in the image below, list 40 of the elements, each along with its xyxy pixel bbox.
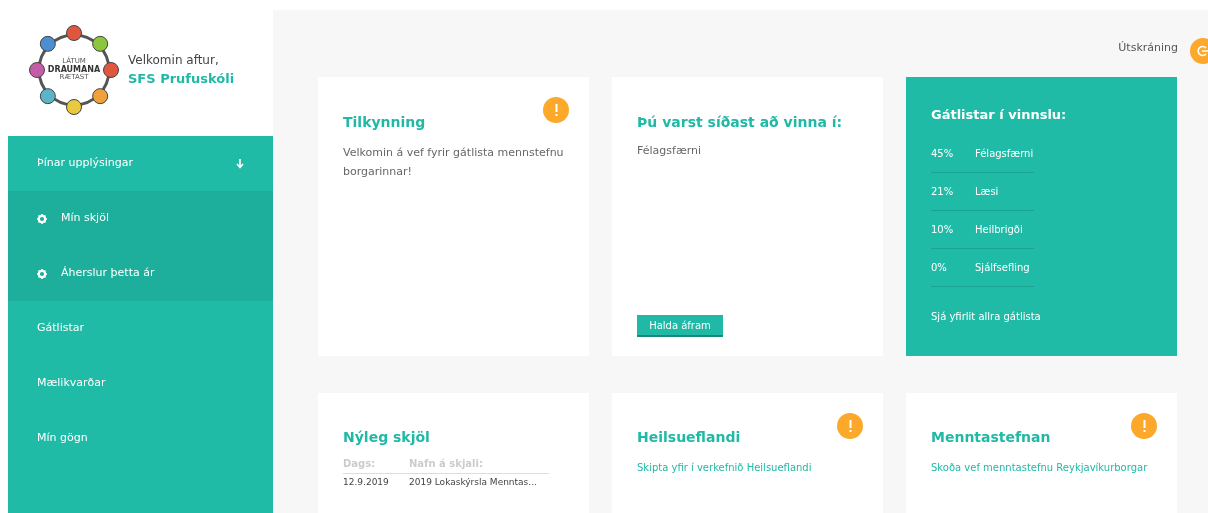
card-title: Tilkynning	[343, 113, 427, 132]
card-title: Gátlistar í vinnslu:	[931, 106, 1068, 124]
notice-text: Velkomin á vef fyrir gátlista mennstefnu borgarinnar!	[343, 145, 564, 180]
checklist-name[interactable]: Heilbrigði	[975, 221, 1023, 237]
exclamation-icon	[848, 420, 852, 432]
continue-button[interactable]: Halda áfram	[637, 315, 723, 337]
exclamation-icon	[1142, 420, 1146, 432]
sidebar-subitem-label: Mín skjöl	[61, 210, 109, 227]
card-title: Þú varst síðast að vinna í:	[637, 113, 844, 132]
sidebar-subitem[interactable]: Mín skjöl	[8, 191, 273, 246]
checklist-name[interactable]: Félagsfærni	[975, 145, 1034, 161]
sidebar-subitem-label: Áherslur þetta ár	[61, 265, 155, 282]
checklist-name[interactable]: Sjálfsefling	[975, 259, 1030, 275]
arrow-down-icon	[236, 158, 244, 169]
exclamation-icon	[554, 104, 558, 116]
logout-link[interactable]: Útskráning	[1118, 40, 1178, 57]
sidebar-item[interactable]: Mælikvarðar	[8, 356, 273, 411]
sidebar-item[interactable]: Mín gögn	[8, 411, 273, 466]
card-link[interactable]: Skipta yfir í verkefnið Heilsueflandi	[637, 460, 858, 475]
logo-text: DRAUMANA	[47, 65, 101, 74]
card-title: Heilsueflandi	[637, 428, 742, 447]
sidebar-subitem[interactable]: Áherslur þetta ár	[8, 246, 273, 301]
card-link[interactable]: Skoða vef menntastefnu Reykjavíkurborgar	[931, 460, 1152, 475]
checklist-percent: 0%	[931, 260, 948, 275]
welcome-text: Velkomin aftur,	[128, 52, 220, 70]
table-cell: 2019 Lokaskýrsla Menntas...	[409, 476, 537, 490]
checklist-percent: 45%	[931, 146, 955, 161]
card-title: Nýleg skjöl	[343, 428, 431, 447]
checklist-percent: 21%	[931, 184, 955, 199]
gear-icon	[37, 213, 47, 224]
card-title: Menntastefnan	[931, 428, 1052, 447]
last-work-item: Félagsfærni	[637, 143, 703, 159]
sidebar-item[interactable]: Gátlistar	[8, 301, 273, 356]
table-cell-text: 12.9.2019	[343, 476, 390, 490]
all-checklists-link[interactable]: Sjá yfirlit allra gátlista	[931, 308, 1152, 324]
checklist-name[interactable]: Læsi	[975, 183, 999, 199]
gear-icon	[37, 268, 47, 279]
school-name: SFS Prufuskóli	[128, 70, 235, 89]
sidebar-item[interactable]: Þínar upplýsingar	[8, 136, 273, 191]
checklist-percent: 10%	[931, 222, 955, 237]
